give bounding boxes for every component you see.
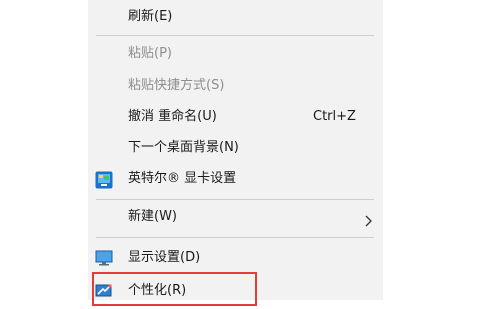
menu-item-label: 新建(W)	[128, 209, 177, 224]
menu-item-label: 显示设置(D)	[128, 250, 201, 265]
intel-graphics-icon	[95, 171, 113, 189]
menu-item-shortcut: Ctrl+Z	[313, 109, 356, 124]
menu-item-label: 下一个桌面背景(N)	[128, 140, 239, 155]
menu-separator	[96, 237, 374, 238]
menu-item-label: 粘贴(P)	[128, 46, 172, 61]
menu-item-next-background[interactable]: 下一个桌面背景(N)	[88, 135, 383, 161]
menu-item-paste-shortcut[interactable]: 粘贴快捷方式(S)	[88, 73, 383, 99]
highlight-box	[92, 272, 257, 306]
menu-item-label: 刷新(E)	[128, 9, 173, 24]
menu-item-paste[interactable]: 粘贴(P)	[88, 41, 383, 67]
menu-item-new[interactable]: 新建(W)	[88, 204, 383, 230]
monitor-icon	[95, 250, 113, 266]
menu-item-intel-graphics[interactable]: 英特尔® 显卡设置	[88, 166, 383, 192]
chevron-right-icon	[362, 211, 374, 227]
menu-item-label: 粘贴快捷方式(S)	[128, 78, 225, 93]
menu-separator	[96, 35, 374, 36]
menu-item-display-settings[interactable]: 显示设置(D)	[88, 245, 383, 271]
desktop-context-menu: 刷新(E) 粘贴(P) 粘贴快捷方式(S) 撤消 重命名(U) Ctrl+Z 下…	[88, 0, 383, 300]
menu-item-label: 英特尔® 显卡设置	[128, 171, 237, 186]
menu-item-refresh[interactable]: 刷新(E)	[88, 4, 383, 30]
menu-item-undo-rename[interactable]: 撤消 重命名(U) Ctrl+Z	[88, 104, 383, 130]
menu-item-label: 撤消 重命名(U)	[128, 109, 217, 124]
menu-separator	[96, 199, 374, 200]
